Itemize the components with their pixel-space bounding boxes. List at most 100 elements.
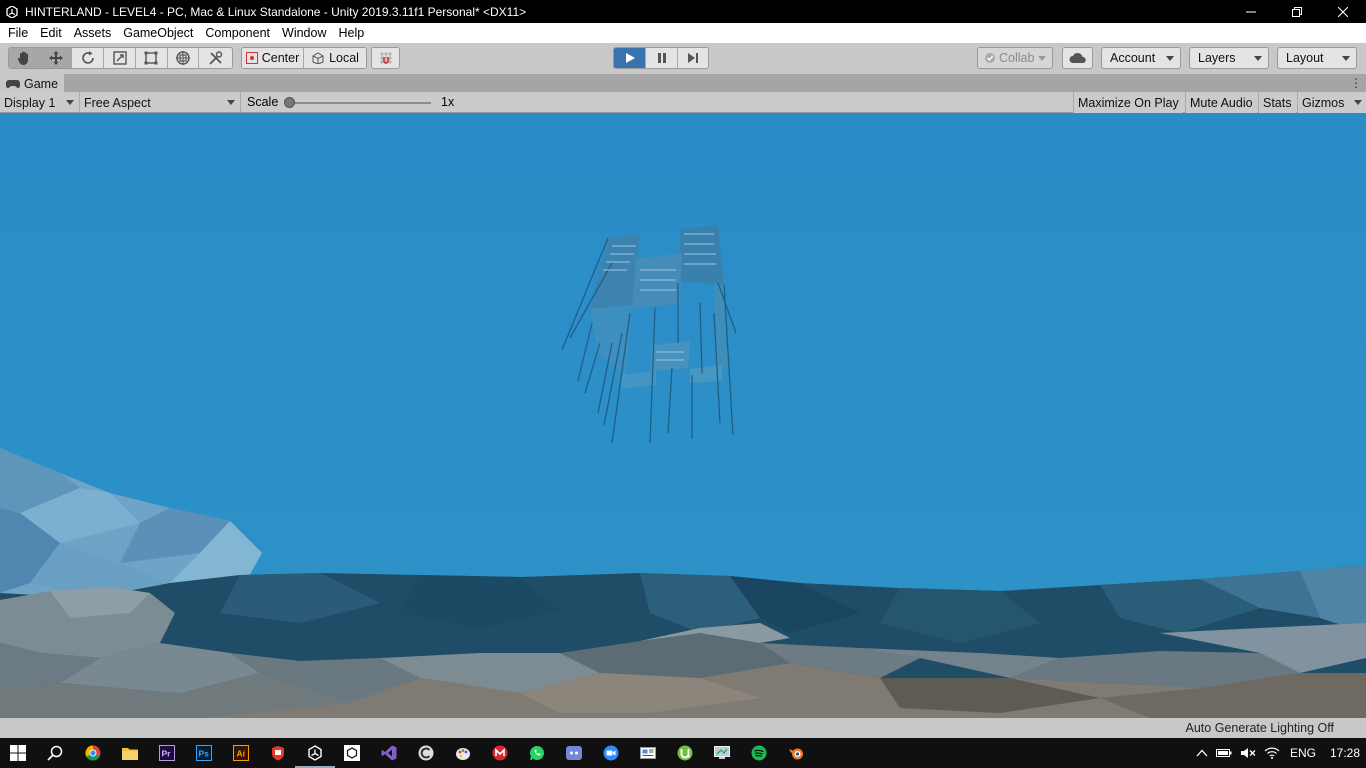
window-title: HINTERLAND - LEVEL4 - PC, Mac & Linux St… xyxy=(25,4,527,19)
layout-dropdown[interactable]: Layout xyxy=(1277,47,1357,69)
scale-slider-thumb[interactable] xyxy=(284,97,295,108)
unity-icon[interactable] xyxy=(295,741,335,768)
layers-label: Layers xyxy=(1198,51,1236,65)
file-explorer-icon[interactable] xyxy=(118,741,142,765)
rect-tool-button[interactable] xyxy=(135,48,168,68)
language-indicator[interactable]: ENG xyxy=(1284,746,1322,760)
local-space-icon xyxy=(312,52,324,64)
menu-gameobject[interactable]: GameObject xyxy=(117,23,199,43)
check-icon xyxy=(985,53,995,63)
scale-tool-button[interactable] xyxy=(104,48,136,68)
ccleaner-icon[interactable] xyxy=(414,741,438,765)
collab-dropdown[interactable]: Collab xyxy=(977,47,1053,69)
tab-game-label: Game xyxy=(24,77,59,91)
rotate-tool-button[interactable] xyxy=(72,48,105,68)
custom-tool-button[interactable] xyxy=(199,48,232,68)
windows-taskbar: Pr Ps Ai ENG 17:28 xyxy=(0,738,1366,768)
cloud-button[interactable] xyxy=(1062,47,1093,69)
display-label: Display 1 xyxy=(4,95,56,110)
zoom-icon[interactable] xyxy=(599,741,623,765)
pivot-controls: Center Local xyxy=(241,47,367,69)
restore-icon[interactable] xyxy=(1274,0,1320,23)
spotify-icon[interactable] xyxy=(747,741,771,765)
playback-controls xyxy=(613,47,709,69)
menu-window[interactable]: Window xyxy=(276,23,332,43)
chrome-icon[interactable] xyxy=(81,741,105,765)
game-viewport[interactable] xyxy=(0,113,1366,718)
game-tab-bar: Game ⋮ xyxy=(0,74,1366,92)
wifi-icon[interactable] xyxy=(1260,747,1284,759)
blender-icon[interactable] xyxy=(784,741,808,765)
status-text: Auto Generate Lighting Off xyxy=(1185,721,1334,735)
pivot-center-button[interactable]: Center xyxy=(242,48,305,68)
hand-tool-button[interactable] xyxy=(9,48,41,68)
minimize-icon[interactable] xyxy=(1228,0,1274,23)
display-dropdown[interactable]: Display 1 xyxy=(0,92,80,113)
move-tool-button[interactable] xyxy=(40,48,73,68)
layers-dropdown[interactable]: Layers xyxy=(1189,47,1269,69)
news-icon[interactable] xyxy=(636,741,660,765)
menu-component[interactable]: Component xyxy=(199,23,276,43)
start-icon[interactable] xyxy=(6,741,30,765)
pause-button[interactable] xyxy=(646,48,678,68)
maximize-on-play-label: Maximize On Play xyxy=(1078,95,1179,110)
play-button[interactable] xyxy=(614,48,646,68)
whatsapp-icon[interactable] xyxy=(525,741,549,765)
maximize-on-play-toggle[interactable]: Maximize On Play xyxy=(1073,92,1183,113)
menu-edit[interactable]: Edit xyxy=(34,23,68,43)
scale-icon xyxy=(112,51,127,65)
chevron-down-icon xyxy=(1038,56,1046,61)
visual-studio-icon[interactable] xyxy=(377,741,401,765)
menu-help[interactable]: Help xyxy=(332,23,370,43)
remote-desktop-icon[interactable] xyxy=(710,741,734,765)
snap-icon xyxy=(379,52,392,64)
chevron-down-icon xyxy=(1254,56,1262,61)
step-icon xyxy=(688,53,698,63)
move-icon xyxy=(49,51,64,65)
mega-icon[interactable] xyxy=(488,741,512,765)
volume-muted-icon[interactable] xyxy=(1236,747,1260,759)
tab-game[interactable]: Game xyxy=(0,74,65,92)
mute-audio-label: Mute Audio xyxy=(1190,95,1253,110)
menu-assets[interactable]: Assets xyxy=(68,23,118,43)
utorrent-icon[interactable] xyxy=(673,741,697,765)
pivot-local-button[interactable]: Local xyxy=(304,48,366,68)
scale-control: Scale 1x xyxy=(241,92,461,113)
chevron-up-icon[interactable] xyxy=(1192,749,1212,757)
stats-toggle[interactable]: Stats xyxy=(1258,92,1296,113)
transform-icon xyxy=(175,51,190,65)
account-dropdown[interactable]: Account xyxy=(1101,47,1181,69)
aspect-dropdown[interactable]: Free Aspect xyxy=(80,92,241,113)
menu-file[interactable]: File xyxy=(2,23,34,43)
scale-slider-track[interactable] xyxy=(285,102,431,104)
scale-value: 1x xyxy=(441,95,455,109)
transform-tools xyxy=(8,47,233,69)
photoshop-icon[interactable]: Ps xyxy=(192,741,216,765)
battery-icon[interactable] xyxy=(1212,748,1236,758)
gizmos-dropdown[interactable]: Gizmos xyxy=(1297,92,1366,113)
main-toolbar: Center Local Collab Account Layers Layou… xyxy=(0,43,1366,74)
chevron-down-icon xyxy=(66,100,74,105)
step-button[interactable] xyxy=(678,48,708,68)
rotate-icon xyxy=(82,51,94,64)
tab-menu-icon[interactable]: ⋮ xyxy=(1346,74,1366,92)
illustrator-icon[interactable]: Ai xyxy=(229,741,253,765)
git-icon[interactable] xyxy=(266,741,290,765)
pivot-center-label: Center xyxy=(261,51,300,65)
snap-button[interactable] xyxy=(372,48,399,68)
mute-audio-toggle[interactable]: Mute Audio xyxy=(1185,92,1257,113)
unity-hub-icon[interactable] xyxy=(340,741,364,765)
window-titlebar: HINTERLAND - LEVEL4 - PC, Mac & Linux St… xyxy=(0,0,1366,23)
transform-tool-button[interactable] xyxy=(167,48,200,68)
close-icon[interactable] xyxy=(1320,0,1366,23)
stats-label: Stats xyxy=(1263,95,1292,110)
search-icon[interactable] xyxy=(43,741,67,765)
status-bar: Auto Generate Lighting Off xyxy=(0,718,1366,738)
chevron-down-icon xyxy=(227,100,235,105)
discord-icon[interactable] xyxy=(562,741,586,765)
clock-time[interactable]: 17:28 xyxy=(1322,746,1366,760)
chevron-down-icon xyxy=(1342,56,1350,61)
illustrator-badge: Ai xyxy=(237,749,246,759)
paint-icon[interactable] xyxy=(451,741,475,765)
premiere-icon[interactable]: Pr xyxy=(155,741,179,765)
